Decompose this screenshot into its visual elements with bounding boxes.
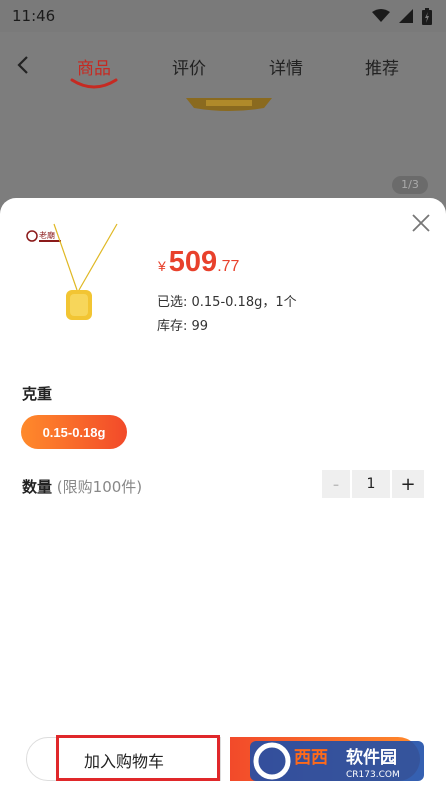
- weight-label: 克重: [22, 385, 53, 403]
- status-icons: [372, 7, 432, 25]
- wifi-icon: [372, 9, 390, 22]
- quantity-value[interactable]: 1: [352, 470, 390, 498]
- watermark-logo: 西西 软件园 CR173.COM: [250, 741, 424, 781]
- back-button[interactable]: [10, 50, 36, 80]
- close-icon: [412, 214, 430, 232]
- chevron-left-icon: [17, 56, 28, 74]
- signal-icon: [399, 9, 413, 23]
- currency-symbol: ¥: [158, 258, 166, 274]
- product-thumbnail: 老廟: [22, 220, 132, 332]
- close-button[interactable]: [410, 212, 432, 234]
- svg-text:老廟: 老廟: [39, 230, 55, 240]
- tab-recommend[interactable]: 推荐: [365, 54, 399, 79]
- decrement-button[interactable]: -: [322, 470, 350, 498]
- selected-spec-text: 已选: 0.15-0.18g，1个: [157, 295, 297, 310]
- add-to-cart-label: 加入购物车: [84, 752, 165, 771]
- tab-details[interactable]: 详情: [269, 54, 303, 79]
- weight-option-chip[interactable]: 0.15-0.18g: [21, 415, 127, 449]
- svg-text:软件园: 软件园: [346, 747, 397, 768]
- tab-reviews[interactable]: 评价: [172, 54, 206, 79]
- status-time: 11:46: [12, 7, 56, 25]
- sku-selection-sheet: 老廟 ¥ 509 .77 已选: 0.15-0.18g，1个 库存: 99 克重…: [0, 198, 446, 793]
- product-price: ¥ 509 .77: [158, 246, 239, 279]
- stock-text: 库存: 99: [157, 319, 209, 334]
- price-integer: 509: [168, 246, 218, 278]
- price-decimal: .77: [217, 258, 240, 275]
- svg-text:西西: 西西: [294, 748, 328, 768]
- brand-logo: 老廟: [26, 230, 61, 242]
- status-bar: 11:46: [0, 0, 446, 32]
- svg-text:CR173.COM: CR173.COM: [346, 770, 400, 780]
- active-tab-underline: [70, 78, 118, 89]
- gallery-image-peek: [186, 98, 272, 111]
- quantity-label-group: 数量 (限购100件): [22, 476, 142, 497]
- product-header: 商品 评价 详情 推荐: [0, 32, 446, 98]
- increment-button[interactable]: +: [392, 470, 424, 498]
- tab-goods[interactable]: 商品: [77, 54, 111, 79]
- bottom-action-bar: 加入购物车 西西 软件园 CR173.COM: [0, 735, 446, 793]
- quantity-stepper: - 1 +: [322, 470, 424, 498]
- battery-icon: [422, 7, 432, 25]
- quantity-label: 数量: [22, 478, 53, 496]
- gallery-page-indicator: 1/3: [392, 176, 428, 194]
- quantity-limit: (限购100件): [56, 478, 143, 496]
